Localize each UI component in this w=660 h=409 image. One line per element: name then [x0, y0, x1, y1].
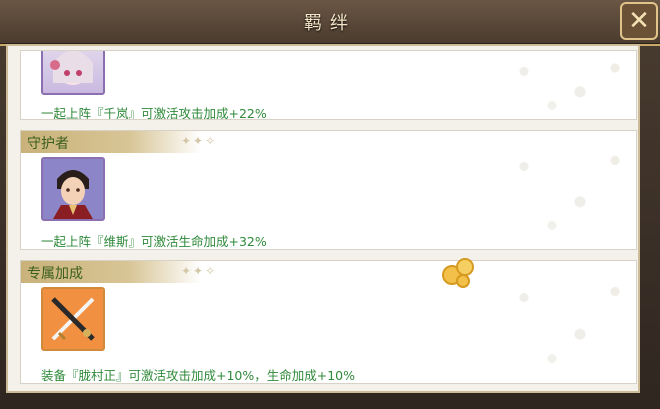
bond-card-3: 专属加成 ✦✦✧ 装备『胧村正』可激活攻击加成+10%，生命加成+10% [20, 260, 637, 384]
header-sparkle-icon: ✦✦✧ [181, 134, 218, 148]
bond-list-panel[interactable]: 一起上阵『千岚』可激活攻击加成+22% 守护者 ✦✦✧ 一起上阵『维斯』可激活生… [6, 44, 640, 393]
title-bar: 羁绊 [0, 0, 660, 46]
bond-header-label: 专属加成 [27, 266, 83, 282]
bond-description: 一起上阵『维斯』可激活生命加成+32% [41, 234, 267, 249]
card-sparkle-decoration [496, 51, 636, 119]
character-portrait-icon[interactable] [41, 51, 105, 95]
bond-header-label: 守护者 [27, 136, 69, 152]
bond-description: 装备『胧村正』可激活攻击加成+10%，生命加成+10% [41, 368, 356, 383]
character-portrait-icon[interactable] [41, 157, 105, 221]
dialog-bottom-edge [0, 393, 660, 409]
card-sparkle-decoration [496, 131, 636, 249]
bond-card-2: 守护者 ✦✦✧ 一起上阵『维斯』可激活生命加成+32% [20, 130, 637, 250]
close-button[interactable]: ✕ [620, 2, 658, 40]
bond-card-1: 一起上阵『千岚』可激活攻击加成+22% [20, 50, 637, 120]
close-icon[interactable]: ✕ [622, 4, 656, 38]
bond-description: 一起上阵『千岚』可激活攻击加成+22% [41, 106, 267, 120]
bond-dialog: 羁绊 ✕ 一起上阵『千岚』可激活攻击加成+22% 守护者 ✦✦✧ 一起上阵『维斯… [0, 0, 660, 409]
sword-icon[interactable] [41, 287, 105, 351]
dialog-title: 羁绊 [304, 13, 356, 34]
header-sparkle-icon: ✦✦✧ [181, 264, 218, 278]
card-sparkle-decoration [496, 261, 636, 383]
floating-coins-icon [442, 258, 474, 288]
